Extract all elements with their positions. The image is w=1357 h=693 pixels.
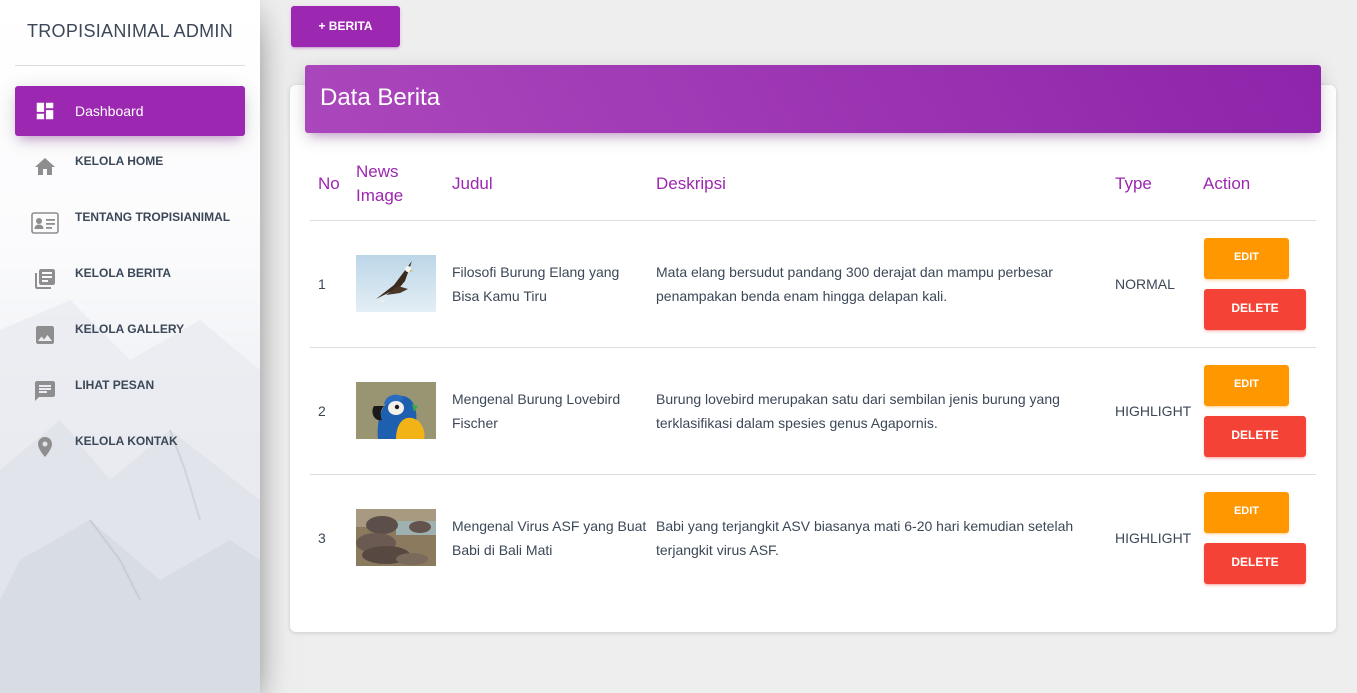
judul-line: Bisa Kamu Tiru	[452, 288, 547, 304]
dashboard-icon	[31, 97, 59, 125]
hippo-image	[356, 509, 436, 566]
row-number: 3	[318, 530, 326, 546]
sidebar-item-dashboard[interactable]: Dashboard	[15, 86, 245, 136]
table-header: No News Image Judul Deskripsi Type Actio…	[310, 150, 1316, 221]
judul-line: Fischer	[452, 415, 498, 431]
judul-line: Mengenal Burung Lovebird	[452, 391, 621, 407]
edit-button[interactable]: EDIT	[1204, 365, 1289, 406]
library-books-icon	[31, 265, 59, 293]
table-row: 2 Mengenal Burung Lovebird Fischer Burun…	[310, 348, 1316, 475]
deskripsi-line: Mata elang bersudut pandang 300 derajat …	[656, 264, 1053, 280]
card-title: Data Berita	[320, 83, 441, 111]
add-berita-button[interactable]: + BERITA	[291, 6, 400, 47]
column-header-image: News Image	[356, 160, 403, 208]
sidebar-item-label: KELOLA KONTAK	[75, 434, 178, 448]
deskripsi-line: terjangkit virus ASF.	[656, 542, 779, 558]
berita-table: No News Image Judul Deskripsi Type Actio…	[310, 150, 1316, 602]
delete-button[interactable]: DELETE	[1204, 289, 1306, 330]
sidebar-item-kelola-kontak[interactable]: KELOLA KONTAK	[15, 422, 245, 472]
deskripsi-cell: Burung lovebird merupakan satu dari semb…	[656, 387, 1060, 435]
judul-line: Filosofi Burung Elang yang	[452, 264, 620, 280]
type-cell: HIGHLIGHT	[1115, 403, 1192, 419]
sidebar-item-label: LIHAT PESAN	[75, 378, 155, 392]
edit-button[interactable]: EDIT	[1204, 492, 1289, 533]
judul-cell: Mengenal Virus ASF yang Buat Babi di Bal…	[452, 514, 646, 562]
sidebar-item-kelola-home[interactable]: KELOLA HOME	[15, 142, 245, 192]
deskripsi-cell: Babi yang terjangkit ASV biasanya mati 6…	[656, 514, 1073, 562]
column-header-image-line: News	[356, 162, 399, 181]
judul-line: Mengenal Virus ASF yang Buat	[452, 518, 647, 534]
brand-logo[interactable]: TROPISIANIMAL ADMIN	[15, 0, 245, 66]
row-number: 1	[318, 276, 326, 292]
type-cell: HIGHLIGHT	[1115, 530, 1192, 546]
sidebar-item-lihat-pesan[interactable]: LIHAT PESAN	[15, 366, 245, 416]
brand-name: TROPISIANIMAL ADMIN	[26, 20, 234, 41]
id-card-icon	[31, 209, 59, 237]
column-header-image-line: Image	[356, 186, 404, 205]
deskripsi-line: Burung lovebird merupakan satu dari semb…	[656, 391, 1060, 407]
eagle-image	[356, 255, 436, 312]
sidebar-item-kelola-berita[interactable]: KELOLA BERITA	[15, 254, 245, 304]
sidebar-item-label: Dashboard	[75, 103, 144, 119]
judul-line: Babi di Bali Mati	[452, 542, 553, 558]
column-header-type: Type	[1115, 174, 1152, 193]
row-number: 2	[318, 403, 326, 419]
sidebar-item-label: KELOLA GALLERY	[75, 322, 185, 336]
sidebar-item-tentang[interactable]: TENTANG TROPISIANIMAL	[15, 198, 245, 248]
table-row: 1 Filosofi Burung Elang yang Bisa Kamu T…	[310, 221, 1316, 348]
home-icon	[31, 153, 59, 181]
place-icon	[31, 433, 59, 461]
chat-icon	[31, 377, 59, 405]
edit-button[interactable]: EDIT	[1204, 238, 1289, 279]
sidebar-item-label: KELOLA BERITA	[75, 266, 171, 280]
column-header-action: Action	[1203, 174, 1251, 193]
sidebar-item-label: KELOLA HOME	[75, 154, 164, 168]
deskripsi-line: terklasifikasi dalam spesies genus Agapo…	[656, 415, 938, 431]
sidebar-nav: Dashboard KELOLA HOME TENTANG TROPISIANI…	[0, 86, 260, 472]
column-header-deskripsi: Deskripsi	[656, 174, 726, 193]
sidebar-item-kelola-gallery[interactable]: KELOLA GALLERY	[15, 310, 245, 360]
parrot-image	[356, 382, 436, 439]
deskripsi-line: penampakan benda enam hingga delapan kal…	[656, 288, 948, 304]
column-header-judul: Judul	[452, 174, 493, 193]
delete-button[interactable]: DELETE	[1204, 543, 1306, 584]
delete-button[interactable]: DELETE	[1204, 416, 1306, 457]
sidebar: TROPISIANIMAL ADMIN Dashboard KELOLA HOM…	[0, 0, 260, 693]
judul-cell: Filosofi Burung Elang yang Bisa Kamu Tir…	[452, 260, 619, 308]
column-header-no: No	[318, 174, 340, 193]
card-header: Data Berita	[305, 65, 1321, 133]
image-icon	[31, 321, 59, 349]
deskripsi-line: Babi yang terjangkit ASV biasanya mati 6…	[656, 518, 1074, 534]
judul-cell: Mengenal Burung Lovebird Fischer	[452, 387, 620, 435]
sidebar-item-label: TENTANG TROPISIANIMAL	[75, 210, 231, 224]
type-cell: NORMAL	[1115, 276, 1175, 292]
table-row: 3 Mengenal Virus ASF yang Buat Babi di B…	[310, 475, 1316, 602]
deskripsi-cell: Mata elang bersudut pandang 300 derajat …	[656, 260, 1053, 308]
